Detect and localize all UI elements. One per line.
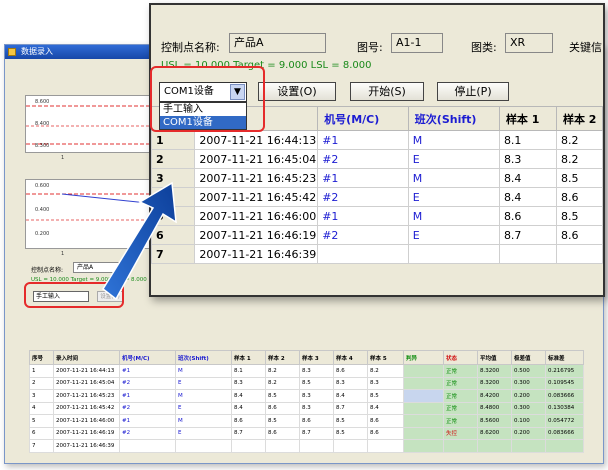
zoom-arrow-icon [102,181,177,301]
arrow-shape [102,181,177,301]
